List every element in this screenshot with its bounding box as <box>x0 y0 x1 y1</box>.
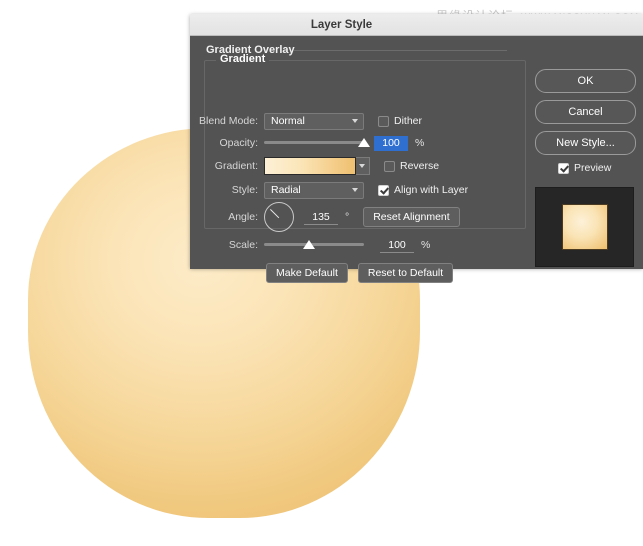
blend-mode-select[interactable]: Normal <box>264 113 364 130</box>
scale-label: Scale: <box>190 239 264 251</box>
reverse-checkbox-row[interactable]: Reverse <box>384 160 439 172</box>
row-angle: Angle: 135 ° Reset Alignment <box>190 202 460 232</box>
opacity-slider-thumb[interactable] <box>358 138 370 147</box>
scale-unit-label: % <box>421 239 430 251</box>
angle-dial-needle <box>270 209 279 218</box>
row-gradient: Gradient: Reverse <box>190 155 439 177</box>
make-default-button[interactable]: Make Default <box>266 263 348 283</box>
reverse-checkbox[interactable] <box>384 161 395 172</box>
dialog-title: Layer Style <box>311 19 372 31</box>
blend-mode-label: Blend Mode: <box>190 115 264 127</box>
opacity-value-input[interactable]: 100 <box>374 136 408 151</box>
section-header-rule <box>294 50 507 51</box>
reset-to-default-button[interactable]: Reset to Default <box>358 263 453 283</box>
style-select[interactable]: Radial <box>264 182 364 199</box>
footer-button-group: Make Default Reset to Default <box>266 263 453 283</box>
angle-dial[interactable] <box>264 202 294 232</box>
new-style-button[interactable]: New Style... <box>535 131 636 155</box>
preview-checkbox-row[interactable]: Preview <box>558 162 611 174</box>
row-blend-mode: Blend Mode: Normal Dither <box>190 110 422 132</box>
layer-style-dialog: Layer Style Gradient Overlay Gradient Bl… <box>190 14 643 268</box>
dialog-body: Gradient Overlay Gradient Blend Mode: No… <box>190 36 643 269</box>
angle-value-input[interactable]: 135 <box>304 210 338 225</box>
opacity-unit-label: % <box>415 137 424 149</box>
style-label: Style: <box>190 184 264 196</box>
dither-checkbox[interactable] <box>378 116 389 127</box>
screenshot-root: 思缘设计论坛 WWW.MISSYUAN.COM Layer Style Grad… <box>0 0 643 546</box>
dither-label: Dither <box>394 115 422 127</box>
opacity-slider-track <box>264 141 364 144</box>
dialog-titlebar[interactable]: Layer Style <box>190 14 643 36</box>
dither-checkbox-row[interactable]: Dither <box>378 115 422 127</box>
row-style: Style: Radial Align with Layer <box>190 179 468 201</box>
style-value: Radial <box>265 184 301 196</box>
opacity-slider[interactable] <box>264 136 364 150</box>
chevron-down-icon <box>352 119 358 123</box>
align-with-layer-checkbox-row[interactable]: Align with Layer <box>378 184 468 196</box>
ok-button[interactable]: OK <box>535 69 636 93</box>
align-with-layer-label: Align with Layer <box>394 184 468 196</box>
style-preview-swatch <box>562 204 608 250</box>
gradient-swatch[interactable] <box>264 157 356 175</box>
chevron-down-icon <box>352 188 358 192</box>
scale-slider-thumb[interactable] <box>303 240 315 249</box>
cancel-button[interactable]: Cancel <box>535 100 636 124</box>
style-preview-box <box>535 187 634 267</box>
group-legend-gradient: Gradient <box>216 53 269 65</box>
align-with-layer-checkbox[interactable] <box>378 185 389 196</box>
blend-mode-value: Normal <box>265 115 305 127</box>
preview-label: Preview <box>574 162 611 174</box>
scale-value-input[interactable]: 100 <box>380 238 414 253</box>
gradient-preset-dropdown[interactable] <box>356 157 370 175</box>
row-opacity: Opacity: 100 % <box>190 132 424 154</box>
opacity-label: Opacity: <box>190 137 264 149</box>
preview-checkbox[interactable] <box>558 163 569 174</box>
row-scale: Scale: 100 % <box>190 234 430 256</box>
scale-slider[interactable] <box>264 238 364 252</box>
angle-unit-label: ° <box>345 211 349 223</box>
gradient-label: Gradient: <box>190 160 264 172</box>
reset-alignment-button[interactable]: Reset Alignment <box>363 207 459 227</box>
angle-label: Angle: <box>190 211 264 223</box>
reverse-label: Reverse <box>400 160 439 172</box>
